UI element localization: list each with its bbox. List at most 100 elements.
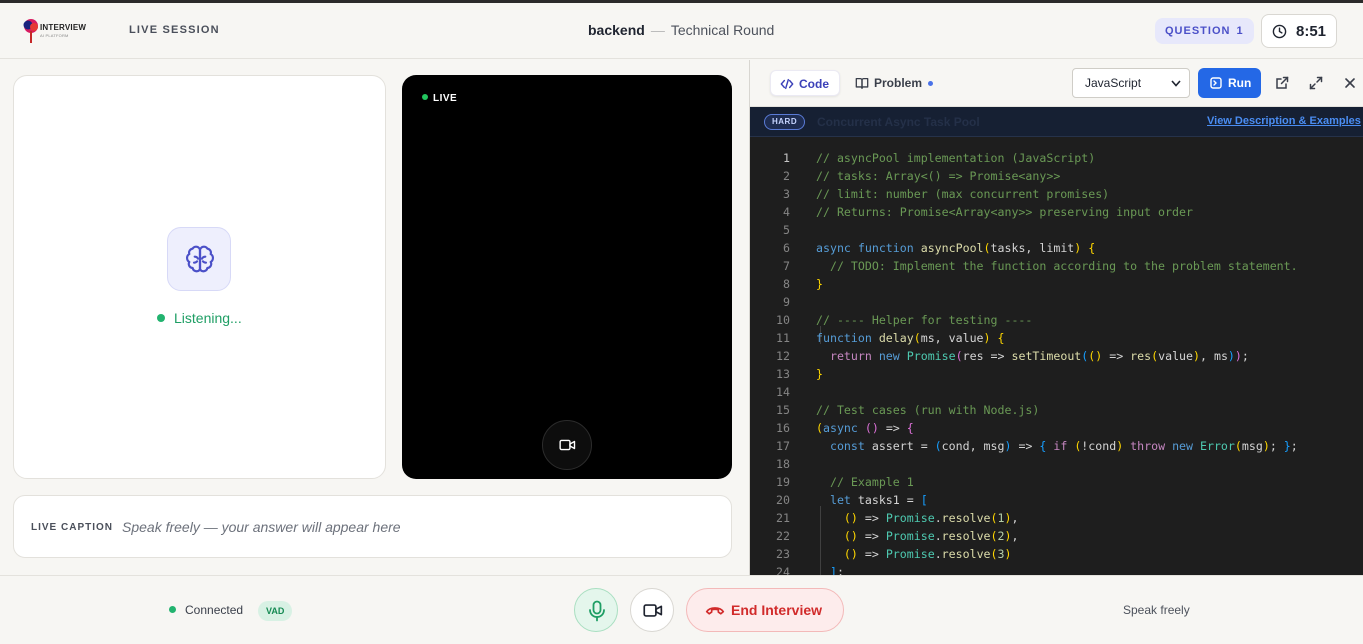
view-description-link[interactable]: View Description & Examples (1207, 115, 1361, 127)
code-token: res (1130, 349, 1152, 363)
live-label: LIVE (433, 93, 458, 104)
code-line: 14 (750, 383, 1363, 401)
code-line: 18 (750, 455, 1363, 473)
problem-bar: HARD Concurrent Async Task Pool View Des… (750, 107, 1363, 137)
code-token: res => (962, 349, 1012, 363)
code-text: // limit: number (max concurrent promise… (816, 185, 1109, 203)
code-line: 10 // ---- Helper for testing ---- (750, 311, 1363, 329)
code-area[interactable]: 1 // asyncPool implementation (JavaScript… (750, 138, 1363, 575)
run-button[interactable]: Run (1198, 68, 1261, 98)
run-icon (1210, 77, 1222, 89)
video-camera-icon (559, 439, 576, 451)
line-number: 2 (783, 169, 790, 183)
line-number: 12 (776, 349, 790, 363)
tab-code[interactable]: Code (770, 70, 840, 96)
code-line: 21 () => Promise.resolve(1), (750, 509, 1363, 527)
phone-hangup-icon (705, 607, 725, 615)
code-line: 2 // tasks: Array<() => Promise<any>> (750, 167, 1363, 185)
chevron-down-icon (1171, 80, 1181, 87)
code-token: { (1088, 241, 1096, 255)
code-text: () => Promise.resolve(3) (816, 545, 1012, 563)
language-select[interactable]: JavaScript (1072, 68, 1190, 98)
code-token: , (1011, 511, 1019, 525)
code-token: ms, value (920, 331, 984, 345)
code-token: // Example 1 (816, 475, 914, 489)
code-text: let tasks1 = [ (816, 491, 928, 509)
code-line: 23 () => Promise.resolve(3) (750, 545, 1363, 563)
code-token: => (878, 421, 907, 435)
code-token: () (1088, 349, 1103, 363)
connection-status: Connected (169, 603, 243, 617)
code-token: return (816, 349, 879, 363)
code-line: 5 (750, 221, 1363, 239)
code-text: // Test cases (run with Node.js) (816, 401, 1039, 419)
close-icon[interactable] (1342, 75, 1358, 91)
microphone-button[interactable] (574, 588, 618, 632)
code-text: (async () => { (816, 419, 914, 437)
code-token: throw (1130, 439, 1173, 453)
code-token: { (1039, 439, 1054, 453)
tab-problem[interactable]: Problem (846, 70, 943, 96)
code-line: 16 (async () => { (750, 419, 1363, 437)
code-token: 3 (997, 547, 1005, 561)
code-token: , (1011, 529, 1019, 543)
line-number: 18 (776, 457, 790, 471)
code-line: 11 function delay(ms, value) { (750, 329, 1363, 347)
code-text: () => Promise.resolve(1), (816, 509, 1019, 527)
code-token: ( (934, 439, 942, 453)
line-number: 1 (783, 151, 790, 165)
logo-text: INTERVIEW (40, 23, 87, 32)
code-line: 22 () => Promise.resolve(2), (750, 527, 1363, 545)
code-token: () (843, 511, 858, 525)
code-token: ( (913, 331, 921, 345)
external-link-icon[interactable] (1274, 75, 1290, 91)
end-interview-button[interactable]: End Interview (686, 588, 844, 632)
code-line: 12 return new Promise(res => setTimeout(… (750, 347, 1363, 365)
code-token: Promise (885, 529, 935, 543)
line-number: 11 (776, 331, 790, 345)
code-token: // TODO: Implement the function accordin… (816, 259, 1298, 273)
session-label: LIVE SESSION (129, 24, 220, 36)
video-preview: LIVE (402, 75, 732, 479)
code-text: // ---- Helper for testing ---- (816, 311, 1032, 329)
live-dot (422, 94, 428, 100)
video-camera-button[interactable] (542, 420, 592, 470)
connection-text: Connected (185, 603, 244, 617)
code-token: cond, msg (941, 439, 1005, 453)
code-text: // Example 1 (816, 473, 914, 491)
line-number: 8 (783, 277, 790, 291)
code-token: ( (990, 511, 998, 525)
line-number: 3 (783, 187, 790, 201)
code-token: Promise (906, 349, 956, 363)
code-token: } (1283, 439, 1291, 453)
code-line: 17 const assert = (cond, msg) => { if (!… (750, 437, 1363, 455)
line-number: 23 (776, 547, 790, 561)
code-token: () (864, 421, 879, 435)
title-main: backend (588, 22, 645, 38)
camera-button[interactable] (630, 588, 674, 632)
listening-status: Listening... (157, 310, 242, 326)
code-token: setTimeout (1011, 349, 1082, 363)
timer: 8:51 (1261, 14, 1337, 48)
code-token: } (816, 367, 823, 381)
code-token: , ms (1200, 349, 1228, 363)
code-token: ( (1234, 439, 1242, 453)
book-icon (855, 77, 869, 89)
code-token: resolve (941, 511, 991, 525)
code-token: Error (1199, 439, 1235, 453)
code-token: ) (1262, 439, 1270, 453)
line-number: 6 (783, 241, 790, 255)
code-token: [ (920, 493, 928, 507)
code-token: . (934, 547, 942, 561)
code-line: 15 // Test cases (run with Node.js) (750, 401, 1363, 419)
end-interview-label: End Interview (731, 602, 823, 618)
line-number: 4 (783, 205, 790, 219)
expand-icon[interactable] (1308, 75, 1324, 91)
code-token: const (816, 439, 872, 453)
code-line: 13} (750, 365, 1363, 383)
code-line: 20 let tasks1 = [ (750, 491, 1363, 509)
code-token: new (1172, 439, 1200, 453)
code-editor-panel: Code Problem JavaScript Run HARD Concurr… (749, 60, 1363, 575)
code-text: async function asyncPool(tasks, limit) { (816, 239, 1095, 257)
